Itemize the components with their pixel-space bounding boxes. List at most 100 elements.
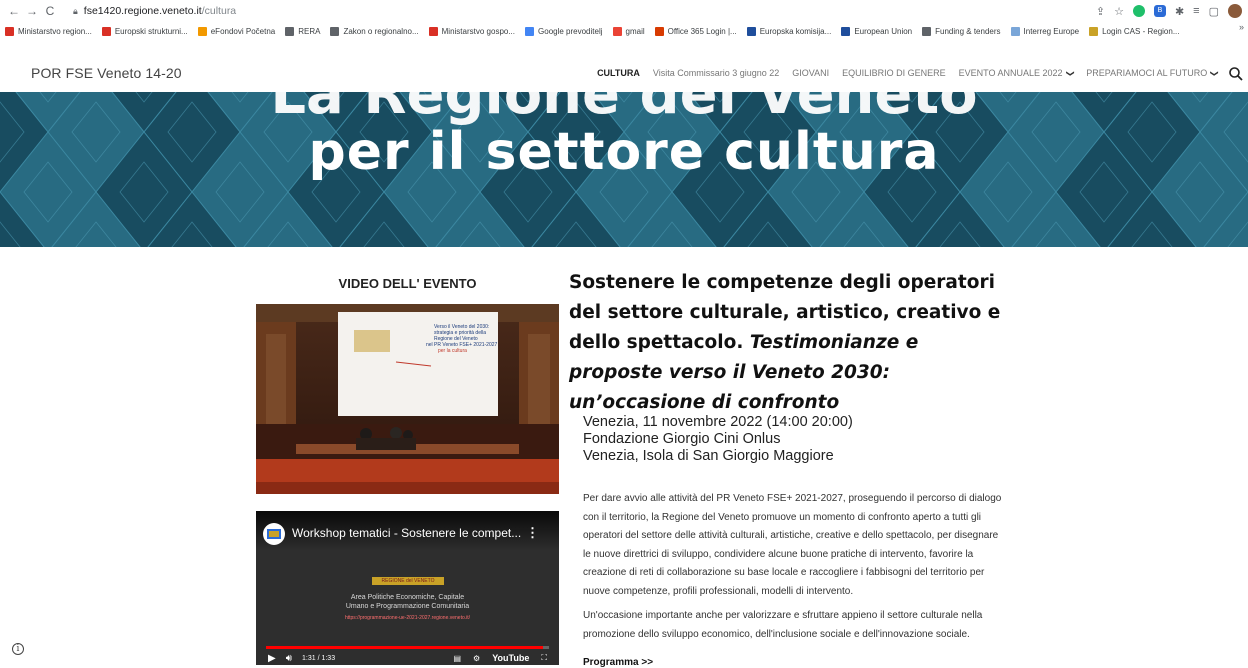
bookmark-item[interactable]: Login CAS - Region...: [1089, 26, 1179, 36]
menu-item[interactable]: GIOVANI: [792, 68, 829, 78]
bookmark-item[interactable]: Ministarstvo region...: [5, 26, 92, 36]
bookmark-item[interactable]: Europski strukturni...: [101, 26, 188, 36]
event-date: Venezia, 11 novembre 2022 (14:00 20:00): [583, 414, 853, 430]
article-body: Per dare avvio alle attività del PR Vene…: [583, 490, 1008, 650]
grid-icon: [5, 26, 14, 36]
event-photo: Verso il Veneto del 2030: strategia e pri…: [256, 304, 559, 494]
browser-toolbar: ← → C 🔒︎ fse1420.regione.veneto.it/cultu…: [0, 0, 1248, 22]
menu-item[interactable]: EQUILIBRIO DI GENERE: [842, 68, 946, 78]
grammarly-icon[interactable]: [1132, 5, 1145, 17]
forward-icon[interactable]: →: [23, 4, 41, 18]
puzzle-icon[interactable]: ✱: [1175, 5, 1184, 18]
event-place: Venezia, Isola di San Giorgio Maggiore: [583, 448, 834, 464]
bookmarks-bar: Ministarstvo region... Europski strukturn…: [0, 22, 1248, 40]
info-icon[interactable]: i: [12, 643, 24, 655]
bookmark-item[interactable]: Funding & tenders: [922, 26, 1001, 36]
play-icon[interactable]: ▶: [268, 653, 276, 664]
menu-item[interactable]: Visita Commissario 3 giugno 22: [653, 68, 779, 78]
paragraph: Un'occasione importante anche per valori…: [583, 610, 983, 640]
eu-flag-icon: [841, 26, 851, 36]
bookmark-label: Office 365 Login |...: [667, 26, 737, 36]
captions-icon[interactable]: ▤: [453, 654, 461, 663]
site-header: POR FSE Veneto 14-20 CULTURA Visita Commi…: [0, 56, 1248, 92]
bookmark-label: eFondovi Početna: [210, 26, 276, 36]
menu-item-label: EVENTO ANNUALE 2022: [958, 68, 1063, 78]
site-title[interactable]: POR FSE Veneto 14-20: [31, 65, 182, 81]
menu-item-label: PREPARIAMOCI AL FUTURO: [1086, 68, 1208, 78]
efondovi-icon: [197, 26, 207, 36]
translate-icon: [525, 26, 535, 36]
video-heading: VIDEO DELL' EVENTO: [338, 276, 477, 291]
fullscreen-icon[interactable]: ⛶: [541, 653, 547, 663]
chevron-down-icon: ❯: [1065, 70, 1075, 77]
program-link[interactable]: Programma >>: [583, 657, 653, 668]
menu-item-label: GIOVANI: [792, 68, 830, 78]
interreg-icon: [1010, 26, 1020, 36]
bookmark-label: Ministarstvo region...: [18, 26, 92, 36]
hero-title-line-2: per il settore cultura: [308, 122, 940, 182]
bookmark-label: gmail: [625, 26, 645, 36]
browser-actions: ⇪ ☆ B ✱ ≡ ▢: [1096, 0, 1242, 22]
bookmark-item[interactable]: Europska komisija...: [746, 26, 831, 36]
bookmark-label: Google prevoditelj: [538, 26, 603, 36]
bookmark-item[interactable]: Google prevoditelj: [525, 26, 603, 36]
bookmark-item[interactable]: gmail: [612, 26, 645, 36]
youtube-logo[interactable]: YouTube: [492, 653, 529, 663]
bookmark-item[interactable]: Office 365 Login |...: [654, 26, 737, 36]
paragraph: Per dare avvio alle attività del PR Vene…: [583, 493, 1002, 597]
video-slide-text: Area Politiche Economiche, Capitale Uman…: [256, 593, 559, 611]
url-path: /cultura: [201, 5, 237, 17]
share-icon[interactable]: ⇪: [1096, 5, 1105, 18]
youtube-player[interactable]: Workshop tematici - Sostenere le compet.…: [256, 511, 559, 665]
slide-line-2: Umano e Programmazione Comunitaria: [345, 603, 470, 610]
bookmark-item[interactable]: European Union: [841, 26, 912, 36]
video-time: 1:31 / 1:33: [302, 654, 336, 662]
slide-line-1: Area Politiche Economiche, Capitale: [350, 594, 465, 601]
globe-icon: [922, 26, 932, 36]
eu-flag-icon: [746, 26, 756, 36]
volume-icon[interactable]: 🔊︎: [286, 653, 292, 664]
bookmark-label: Interreg Europe: [1023, 26, 1080, 36]
lock-icon[interactable]: 🔒︎: [73, 6, 78, 17]
bookmark-label: Funding & tenders: [935, 26, 1001, 36]
reload-icon[interactable]: C: [41, 4, 59, 18]
menu-item[interactable]: PREPARIAMOCI AL FUTURO ❯: [1086, 68, 1220, 78]
bookmark-item[interactable]: Zakon o regionalno...: [330, 26, 419, 36]
office-icon: [654, 26, 664, 36]
more-options-icon[interactable]: ⋮: [526, 525, 539, 541]
video-progress-bar[interactable]: [266, 646, 549, 649]
settings-gear-icon[interactable]: ⚙: [473, 654, 480, 663]
url-host: fse1420.regione.veneto.it: [83, 5, 202, 17]
menu-item[interactable]: EVENTO ANNUALE 2022 ❯: [958, 68, 1075, 78]
star-icon[interactable]: ☆: [1114, 5, 1124, 18]
search-icon[interactable]: [1228, 66, 1244, 82]
main-menu: CULTURA Visita Commissario 3 giugno 22 GIO…: [597, 68, 1220, 78]
globe-icon: [330, 26, 340, 36]
channel-logo-icon: [267, 529, 281, 539]
menu-item[interactable]: CULTURA: [597, 68, 640, 78]
bookmark-item[interactable]: RERA: [285, 26, 320, 36]
cas-icon: [1089, 26, 1099, 36]
bookmark-item[interactable]: Ministarstvo gospo...: [428, 26, 515, 36]
profile-avatar[interactable]: [1228, 4, 1242, 18]
bookmarks-more-icon[interactable]: »: [1239, 22, 1244, 32]
video-title[interactable]: Workshop tematici - Sostenere le compet.…: [292, 526, 521, 540]
flag-icon: [101, 26, 111, 36]
chevron-down-icon: ❯: [1210, 70, 1220, 77]
bookmark-item[interactable]: eFondovi Početna: [197, 26, 276, 36]
back-icon[interactable]: ←: [5, 4, 23, 18]
event-info: Venezia, 11 novembre 2022 (14:00 20:00) …: [583, 414, 1003, 465]
hero-banner: La Regione del Veneto per il settore cul…: [0, 92, 1248, 247]
bookmark-label: Zakon o regionalno...: [343, 26, 419, 36]
video-progress-fill: [266, 646, 544, 649]
channel-logo[interactable]: [263, 523, 285, 545]
reading-list-icon[interactable]: ≡: [1193, 5, 1199, 17]
address-bar[interactable]: fse1420.regione.veneto.it/cultura: [84, 5, 236, 17]
extension-icon[interactable]: B: [1153, 5, 1166, 17]
article-title: Sostenere le competenze degli operatori …: [569, 268, 1009, 418]
gmail-icon: [612, 26, 622, 36]
bookmark-item[interactable]: Interreg Europe: [1010, 26, 1080, 36]
region-banner: REGIONE del VENETO: [372, 577, 444, 585]
video-controls: ▶ 🔊︎ 1:31 / 1:33 ▤ ⚙ YouTube ⛶: [256, 651, 559, 665]
side-panel-icon[interactable]: ▢: [1209, 5, 1219, 18]
